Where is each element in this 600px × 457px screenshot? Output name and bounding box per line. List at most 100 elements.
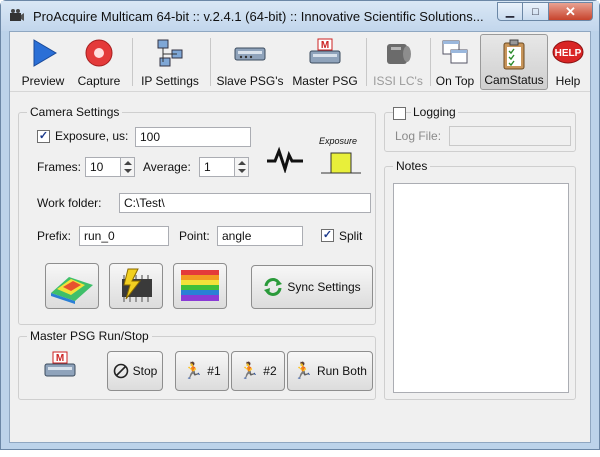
- sync-settings-label: Sync Settings: [287, 280, 361, 294]
- master-psg-title: Master PSG Run/Stop: [27, 329, 152, 343]
- logging-group: Logging Log File:: [384, 105, 576, 152]
- maximize-button[interactable]: □: [523, 2, 549, 21]
- master-psg-button[interactable]: M Master PSG: [290, 34, 360, 90]
- minimize-button[interactable]: ▁: [497, 2, 523, 21]
- run-1-label: #1: [207, 364, 221, 378]
- pulse-signal-icon: [267, 146, 303, 173]
- svg-text:HELP: HELP: [555, 48, 582, 59]
- chip-settings-button[interactable]: [109, 263, 163, 309]
- exposure-indicator-label: Exposure: [319, 136, 358, 146]
- svg-text:M: M: [321, 40, 329, 51]
- logging-label: Logging: [411, 105, 458, 119]
- issi-lcs-label: ISSI LC's: [373, 74, 423, 88]
- camera-settings-title: Camera Settings: [27, 105, 123, 119]
- average-label: Average:: [143, 160, 191, 174]
- window-title: ProAcquire Multicam 64-bit :: v.2.4.1 (6…: [33, 9, 484, 24]
- lc-camera-icon: [387, 44, 411, 64]
- on-top-button[interactable]: On Top: [434, 34, 476, 90]
- point-label: Point:: [179, 229, 210, 243]
- master-psg-group: Master PSG Run/Stop M Stop 🏃 #1 🏃 #2 🏃 R…: [18, 329, 376, 400]
- capture-button[interactable]: Capture: [74, 34, 124, 90]
- slave-psgs-button[interactable]: Slave PSG's: [216, 34, 284, 90]
- log-file-label: Log File:: [395, 129, 442, 143]
- master-psg-icon: M: [309, 38, 341, 64]
- stop-label: Stop: [132, 364, 158, 378]
- help-icon: HELP: [552, 40, 584, 64]
- windows-stack-icon: [442, 40, 468, 64]
- exposure-label: Exposure, us:: [55, 129, 129, 143]
- spin-up-icon[interactable]: [124, 161, 132, 165]
- toolbar-separator: [430, 38, 431, 86]
- prefix-input[interactable]: run_0: [79, 226, 169, 246]
- logging-checkbox[interactable]: [393, 107, 406, 120]
- run-2-label: #2: [263, 364, 277, 378]
- frames-spinner[interactable]: [121, 157, 135, 177]
- check-icon: ✓: [38, 130, 49, 142]
- stop-icon: [113, 363, 128, 379]
- camstatus-button[interactable]: CamStatus: [480, 34, 548, 90]
- clipboard-checklist-icon: [503, 39, 525, 70]
- point-input[interactable]: angle: [217, 226, 303, 246]
- surface-view-button[interactable]: [45, 263, 99, 309]
- palette-button[interactable]: [173, 263, 227, 309]
- exposure-indicator-icon: [321, 152, 361, 174]
- exposure-input[interactable]: 100: [135, 127, 251, 147]
- window-controls: ▁ □ ✕: [497, 2, 593, 22]
- stop-button[interactable]: Stop: [107, 351, 163, 391]
- exposure-checkbox[interactable]: ✓: [37, 130, 50, 143]
- run-2-button[interactable]: 🏃 #2: [231, 351, 285, 391]
- close-button[interactable]: ✕: [549, 2, 593, 21]
- client-area: Preview Capture IP Settings Slave PSG's …: [9, 31, 591, 443]
- master-psg-device-icon: M: [44, 351, 76, 377]
- spin-up-icon[interactable]: [238, 161, 246, 165]
- sync-settings-button[interactable]: Sync Settings: [251, 265, 373, 309]
- on-top-label: On Top: [435, 74, 475, 88]
- surface-plot-icon: [51, 277, 93, 304]
- app-camera-icon: [10, 9, 24, 21]
- title-bar[interactable]: ProAcquire Multicam 64-bit :: v.2.4.1 (6…: [1, 1, 599, 31]
- notes-textarea[interactable]: [393, 183, 569, 393]
- rainbow-palette-icon: [181, 270, 219, 301]
- check-icon: ✓: [322, 229, 333, 241]
- running-person-icon: 🏃: [293, 363, 313, 380]
- ip-settings-button[interactable]: IP Settings: [138, 34, 202, 90]
- slave-psgs-label: Slave PSG's: [216, 74, 284, 88]
- main-toolbar: Preview Capture IP Settings Slave PSG's …: [10, 32, 590, 92]
- help-button[interactable]: HELP Help: [550, 34, 586, 90]
- capture-label: Capture: [77, 74, 121, 88]
- preview-label: Preview: [21, 74, 65, 88]
- run-both-label: Run Both: [316, 364, 367, 378]
- average-spinner[interactable]: [235, 157, 249, 177]
- issi-lcs-button[interactable]: ISSI LC's: [370, 34, 426, 90]
- network-icon: [157, 39, 183, 67]
- spin-down-icon[interactable]: [238, 169, 246, 173]
- psg-device-icon: [234, 47, 266, 61]
- run-1-button[interactable]: 🏃 #1: [175, 351, 229, 391]
- notes-group: Notes: [384, 159, 576, 400]
- play-icon: [33, 39, 57, 67]
- chip-lightning-icon: [122, 268, 152, 302]
- maximize-icon: □: [532, 5, 539, 18]
- toolbar-separator: [132, 38, 133, 86]
- log-file-input[interactable]: [449, 126, 571, 146]
- app-window: ProAcquire Multicam 64-bit :: v.2.4.1 (6…: [0, 0, 600, 450]
- frames-input[interactable]: 10: [85, 157, 121, 177]
- toolbar-separator: [210, 38, 211, 86]
- split-label: Split: [339, 229, 363, 243]
- camstatus-label: CamStatus: [484, 73, 544, 87]
- minimize-icon: ▁: [505, 6, 515, 18]
- preview-button[interactable]: Preview: [20, 34, 66, 90]
- toolbar-separator: [366, 38, 367, 86]
- spin-down-icon[interactable]: [124, 169, 132, 173]
- work-folder-label: Work folder:: [37, 196, 102, 210]
- close-icon: ✕: [565, 3, 576, 19]
- running-person-icon: 🏃: [239, 363, 260, 380]
- split-checkbox[interactable]: ✓: [321, 229, 334, 242]
- sync-icon: [264, 278, 283, 296]
- frames-label: Frames:: [37, 160, 82, 174]
- svg-text:M: M: [56, 353, 64, 364]
- work-folder-input[interactable]: C:\Test\: [119, 193, 371, 213]
- average-input[interactable]: 1: [199, 157, 235, 177]
- ip-settings-label: IP Settings: [141, 74, 199, 88]
- run-both-button[interactable]: 🏃 Run Both: [287, 351, 373, 391]
